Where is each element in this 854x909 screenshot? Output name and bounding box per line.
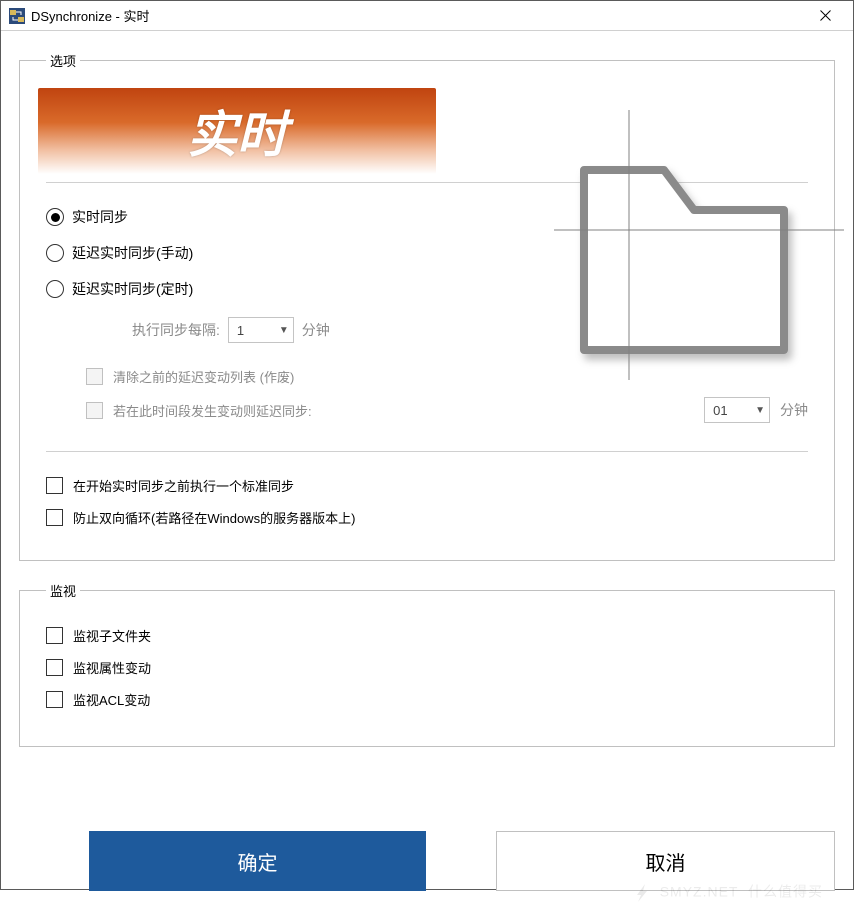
separator <box>46 182 808 183</box>
delayed-options: 清除之前的延迟变动列表 (作废) 若在此时间段发生变动则延迟同步: 01 ▼ 分… <box>86 361 808 425</box>
interval-label: 执行同步每隔: <box>132 320 220 340</box>
postpone-unit: 分钟 <box>780 400 808 420</box>
checkbox-label: 防止双向循环(若路径在Windows的服务器版本上) <box>73 508 355 527</box>
close-button[interactable] <box>803 2 847 30</box>
checkbox-label: 清除之前的延迟变动列表 (作废) <box>113 367 294 386</box>
client-area: 选项 实时 <box>1 51 853 909</box>
checkbox-icon <box>86 402 103 419</box>
interval-unit: 分钟 <box>302 320 330 340</box>
radio-icon <box>46 208 64 226</box>
postpone-select[interactable]: 01 ▼ <box>704 397 770 423</box>
checkbox-label: 监视属性变动 <box>73 658 151 677</box>
checkbox-label: 若在此时间段发生变动则延迟同步: <box>113 401 312 420</box>
chevron-down-icon: ▼ <box>755 405 765 416</box>
checkbox-label: 监视子文件夹 <box>73 626 151 645</box>
ok-button[interactable]: 确定 <box>89 831 426 891</box>
radio-label: 实时同步 <box>72 207 128 227</box>
checkbox-icon <box>46 659 63 676</box>
separator <box>46 451 808 452</box>
postpone-value: 01 <box>713 403 749 418</box>
banner: 实时 <box>38 88 436 174</box>
checkbox-prevent-loop[interactable]: 防止双向循环(若路径在Windows的服务器版本上) <box>46 502 808 532</box>
checkbox-icon <box>46 691 63 708</box>
checkbox-icon <box>46 477 63 494</box>
bottom-options: 在开始实时同步之前执行一个标准同步 防止双向循环(若路径在Windows的服务器… <box>46 470 808 532</box>
checkbox-icon <box>86 368 103 385</box>
window: DSynchronize - 实时 选项 实时 <box>0 0 854 890</box>
checkbox-label: 监视ACL变动 <box>73 690 150 709</box>
radio-icon <box>46 280 64 298</box>
radio-realtime[interactable]: 实时同步 <box>46 201 808 233</box>
radio-delayed-timed[interactable]: 延迟实时同步(定时) <box>46 273 808 305</box>
checkbox-monitor-attributes[interactable]: 监视属性变动 <box>46 652 808 682</box>
interval-row: 执行同步每隔: 1 ▼ 分钟 <box>132 317 808 343</box>
radio-label: 延迟实时同步(定时) <box>72 279 193 299</box>
banner-text: 实时 <box>187 95 287 167</box>
app-icon <box>9 8 25 24</box>
options-group: 选项 实时 <box>19 51 835 561</box>
checkbox-label: 在开始实时同步之前执行一个标准同步 <box>73 476 294 495</box>
radio-icon <box>46 244 64 262</box>
checkbox-icon <box>46 627 63 644</box>
button-row: 确定 取消 <box>19 831 835 891</box>
monitor-group: 监视 监视子文件夹 监视属性变动 监视ACL变动 <box>19 581 835 747</box>
sync-mode-radio-group: 实时同步 延迟实时同步(手动) 延迟实时同步(定时) <box>46 201 808 305</box>
close-icon <box>820 10 831 21</box>
radio-label: 延迟实时同步(手动) <box>72 243 193 263</box>
checkbox-standard-sync-first[interactable]: 在开始实时同步之前执行一个标准同步 <box>46 470 808 500</box>
radio-delayed-manual[interactable]: 延迟实时同步(手动) <box>46 237 808 269</box>
interval-select[interactable]: 1 ▼ <box>228 317 294 343</box>
checkbox-clear-delayed-list: 清除之前的延迟变动列表 (作废) <box>86 361 808 391</box>
options-legend: 选项 <box>46 51 80 70</box>
interval-value: 1 <box>237 323 273 338</box>
chevron-down-icon: ▼ <box>279 325 289 336</box>
titlebar: DSynchronize - 实时 <box>1 1 853 31</box>
cancel-button[interactable]: 取消 <box>496 831 835 891</box>
checkbox-monitor-acl[interactable]: 监视ACL变动 <box>46 684 808 714</box>
checkbox-icon <box>46 509 63 526</box>
checkbox-monitor-subfolders[interactable]: 监视子文件夹 <box>46 620 808 650</box>
window-title: DSynchronize - 实时 <box>31 6 803 25</box>
checkbox-postpone-if-changes: 若在此时间段发生变动则延迟同步: <box>86 395 312 425</box>
monitor-legend: 监视 <box>46 581 80 600</box>
